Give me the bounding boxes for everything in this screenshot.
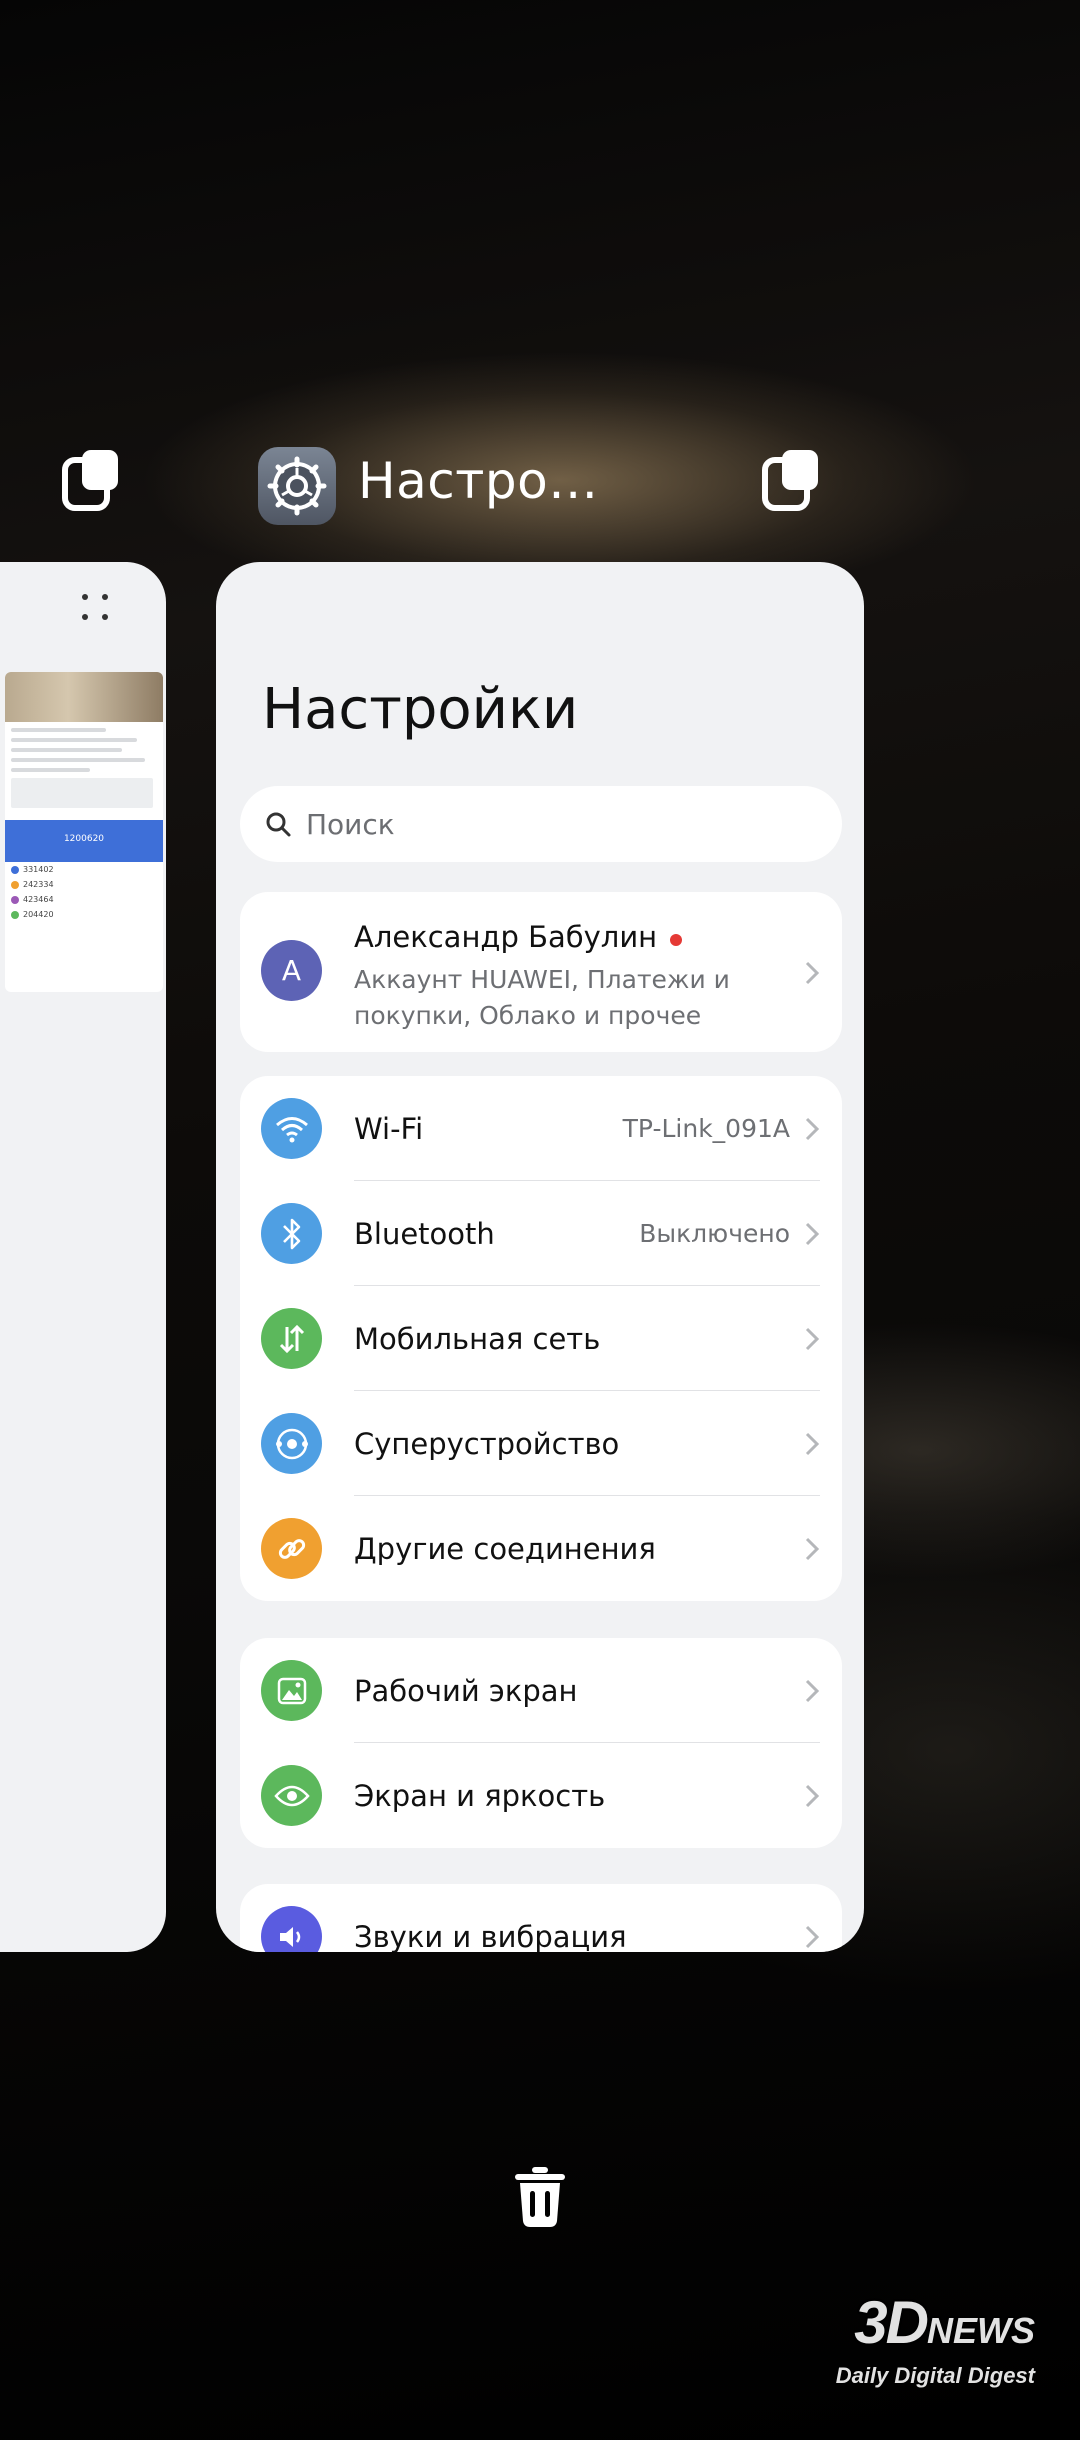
settings-item-wifi[interactable]: Wi-Fi TP-Link_091A: [240, 1076, 842, 1181]
sound-group: Звуки и вибрация: [240, 1884, 842, 1952]
settings-item-value: TP-Link_091A: [622, 1114, 790, 1143]
link-icon: [261, 1518, 322, 1579]
account-name: Александр Бабулин: [354, 920, 658, 954]
settings-item-label: Bluetooth: [354, 1216, 495, 1251]
drag-handle-icon: [82, 594, 108, 620]
search-icon: [266, 812, 291, 837]
settings-app-icon[interactable]: [258, 447, 336, 525]
eye-icon: [261, 1765, 322, 1826]
connections-group: Wi-Fi TP-Link_091A Bluetooth Выключено М…: [240, 1076, 842, 1601]
bluetooth-icon: [261, 1203, 322, 1264]
chevron-right-icon: [805, 1784, 820, 1808]
settings-item-super-device[interactable]: Суперустройство: [240, 1391, 842, 1496]
mobile-data-icon: [261, 1308, 322, 1369]
super-device-icon: [261, 1413, 322, 1474]
settings-item-value: Выключено: [639, 1219, 790, 1248]
search-bar[interactable]: Поиск: [240, 786, 842, 862]
search-placeholder: Поиск: [306, 807, 395, 841]
page-title: Настройки: [262, 677, 579, 742]
previous-app-card[interactable]: 1200620 331402 242334 423464 204420: [0, 562, 166, 1952]
settings-item-label: Звуки и вибрация: [354, 1919, 627, 1953]
chevron-right-icon: [805, 1925, 820, 1949]
chevron-right-icon: [805, 961, 820, 985]
settings-item-label: Мобильная сеть: [354, 1321, 601, 1356]
app-preview-thumbnail: 1200620 331402 242334 423464 204420: [5, 672, 163, 992]
settings-item-display-brightness[interactable]: Экран и яркость: [240, 1743, 842, 1848]
home-screen-icon: [261, 1660, 322, 1721]
preview-row: 423464: [5, 892, 163, 907]
chevron-right-icon: [805, 1117, 820, 1141]
wifi-icon: [261, 1098, 322, 1159]
display-group: Рабочий экран Экран и яркость: [240, 1638, 842, 1848]
settings-item-label: Другие соединения: [354, 1531, 656, 1566]
settings-item-label: Рабочий экран: [354, 1673, 578, 1708]
chevron-right-icon: [805, 1222, 820, 1246]
app-title[interactable]: Настро…: [358, 452, 599, 510]
notification-dot: [670, 934, 682, 946]
settings-item-home-screen[interactable]: Рабочий экран: [240, 1638, 842, 1743]
settings-item-label: Экран и яркость: [354, 1778, 606, 1813]
account-row[interactable]: A Александр Бабулин Аккаунт HUAWEI, Плат…: [240, 892, 842, 1052]
preview-row: 204420: [5, 907, 163, 922]
preview-score-banner: 1200620: [5, 820, 163, 862]
settings-item-sounds[interactable]: Звуки и вибрация: [240, 1884, 842, 1952]
settings-item-label: Суперустройство: [354, 1426, 620, 1461]
settings-item-other-connections[interactable]: Другие соединения: [240, 1496, 842, 1601]
settings-gear-icon: [267, 456, 327, 516]
account-subtitle: Аккаунт HUAWEI, Платежи и покупки, Облак…: [354, 965, 730, 1030]
watermark-logo: 3DNEWS Daily Digital Digest: [835, 2289, 1035, 2389]
settings-item-bluetooth[interactable]: Bluetooth Выключено: [240, 1181, 842, 1286]
settings-item-mobile-network[interactable]: Мобильная сеть: [240, 1286, 842, 1391]
chevron-right-icon: [805, 1537, 820, 1561]
settings-app-card[interactable]: Настройки Поиск A Александр Бабулин Акка…: [216, 562, 864, 1952]
trash-icon[interactable]: [512, 2165, 568, 2229]
speaker-icon: [261, 1906, 322, 1952]
chevron-right-icon: [805, 1327, 820, 1351]
avatar: A: [261, 940, 322, 1001]
account-group[interactable]: A Александр Бабулин Аккаунт HUAWEI, Плат…: [240, 892, 842, 1052]
chevron-right-icon: [805, 1679, 820, 1703]
settings-item-label: Wi-Fi: [354, 1111, 424, 1146]
split-screen-icon-left[interactable]: [62, 448, 120, 512]
preview-row: 242334: [5, 877, 163, 892]
preview-banner-image: [5, 672, 163, 722]
chevron-right-icon: [805, 1432, 820, 1456]
split-screen-icon[interactable]: [762, 448, 820, 512]
preview-row: 331402: [5, 862, 163, 877]
